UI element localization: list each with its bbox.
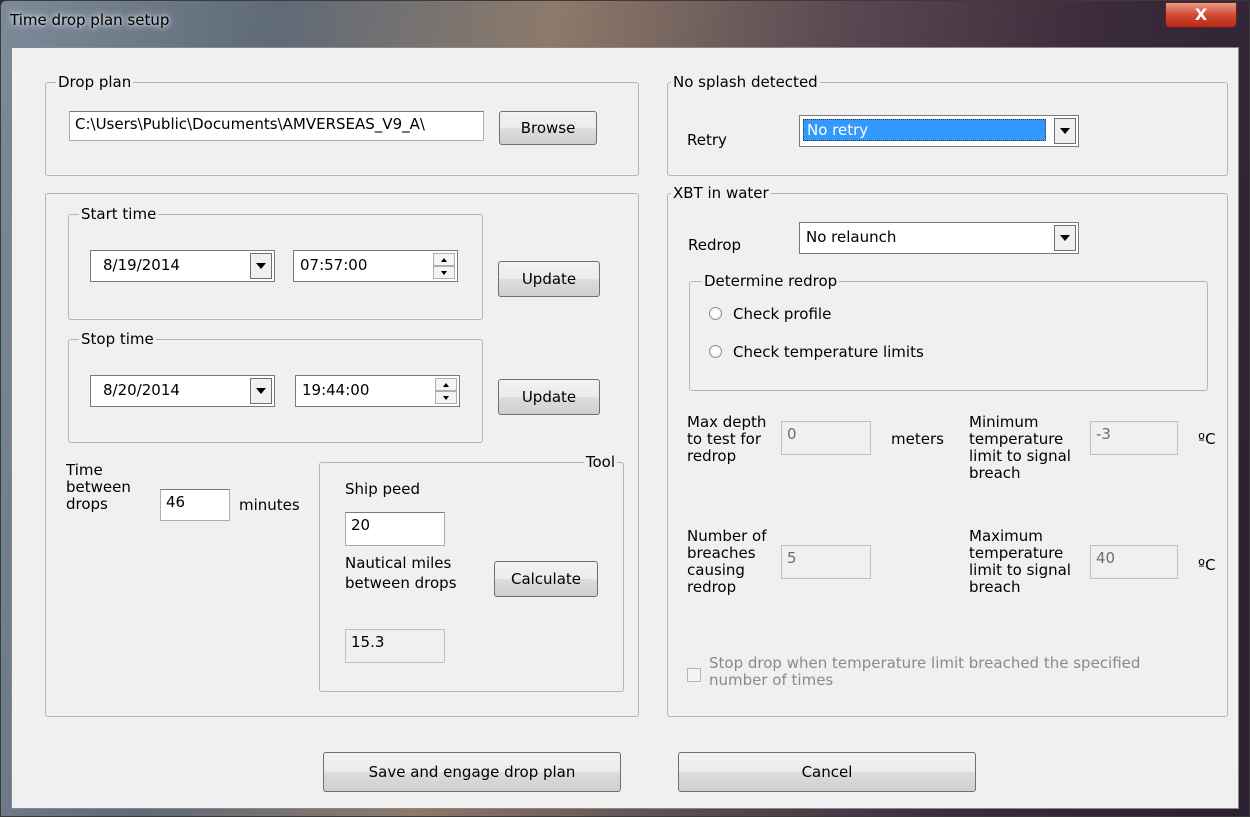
retry-select[interactable]: No retry — [799, 115, 1079, 147]
check-profile-label[interactable]: Check profile — [733, 306, 831, 323]
stop-drop-label-line1: Stop drop when temperature limit breache… — [709, 654, 1141, 672]
start-time-legend: Start time — [79, 205, 159, 223]
ship-speed-input[interactable]: 20 — [345, 512, 445, 546]
time-settings-group: Start time 8/19/2014 07:57:00 Update Sto… — [45, 193, 639, 717]
browse-button[interactable]: Browse — [499, 111, 597, 145]
min-temp-unit: ºC — [1198, 430, 1216, 448]
interval-unit-label: minutes — [239, 496, 300, 514]
breaches-label-line2: breaches — [687, 544, 756, 562]
drop-plan-legend: Drop plan — [56, 73, 134, 91]
stop-time-group: Stop time 8/20/2014 19:44:00 — [68, 330, 483, 443]
spin-down-icon[interactable] — [435, 391, 457, 404]
dialog-window: Time drop plan setup X Drop plan C:\User… — [0, 0, 1250, 817]
tool-legend: Tool — [583, 453, 617, 471]
start-time-spinner[interactable] — [433, 253, 455, 279]
chevron-down-icon[interactable] — [250, 253, 272, 279]
stop-time-field[interactable]: 19:44:00 — [295, 375, 460, 407]
max-temp-label-line1: Maximum — [969, 527, 1043, 545]
spin-up-icon[interactable] — [433, 253, 455, 266]
start-update-button[interactable]: Update — [498, 261, 600, 297]
max-depth-label-line1: Max depth — [687, 413, 767, 431]
nautical-miles-label-line1: Nautical miles — [345, 554, 452, 572]
chevron-down-icon[interactable] — [250, 378, 272, 404]
breaches-input[interactable]: 5 — [781, 545, 871, 579]
start-date-value: 8/19/2014 — [103, 256, 180, 274]
nautical-miles-result: 15.3 — [345, 629, 445, 663]
spin-up-icon[interactable] — [435, 378, 457, 391]
redrop-select[interactable]: No relaunch — [799, 222, 1079, 254]
interval-label-line3: drops — [66, 495, 108, 513]
stop-time-legend: Stop time — [79, 330, 156, 348]
breaches-label-line4: redrop — [687, 578, 737, 596]
interval-minutes-input[interactable]: 46 — [160, 489, 230, 521]
max-depth-label-line3: redrop — [687, 447, 737, 465]
xbt-in-water-group: XBT in water Redrop No relaunch Determin… — [667, 184, 1228, 717]
start-date-picker[interactable]: 8/19/2014 — [90, 250, 275, 282]
spin-down-icon[interactable] — [433, 266, 455, 279]
min-temp-label-line1: Minimum — [969, 413, 1039, 431]
drop-plan-group: Drop plan C:\Users\Public\Documents\AMVE… — [45, 73, 639, 176]
stop-update-button[interactable]: Update — [498, 379, 600, 415]
max-depth-label-line2: to test for — [687, 430, 762, 448]
stop-date-picker[interactable]: 8/20/2014 — [90, 375, 275, 407]
max-depth-unit: meters — [891, 430, 944, 448]
redrop-selected-value: No relaunch — [806, 228, 897, 246]
determine-redrop-group: Determine redrop Check profile Check tem… — [689, 272, 1208, 391]
stop-drop-checkbox[interactable] — [687, 668, 701, 682]
close-button[interactable]: X — [1165, 2, 1237, 28]
retry-selected-value: No retry — [803, 119, 1046, 141]
min-temp-label-line4: breach — [969, 464, 1021, 482]
min-temp-input[interactable]: -3 — [1090, 421, 1178, 455]
max-temp-label-line2: temperature — [969, 544, 1064, 562]
xbt-legend: XBT in water — [671, 184, 771, 202]
interval-label-line1: Time — [66, 461, 103, 479]
check-temp-limits-radio[interactable] — [709, 345, 722, 358]
check-temp-limits-label[interactable]: Check temperature limits — [733, 344, 924, 361]
chevron-down-icon[interactable] — [1054, 118, 1076, 144]
window-title: Time drop plan setup — [10, 11, 170, 29]
dialog-client-area: Drop plan C:\Users\Public\Documents\AMVE… — [11, 47, 1239, 809]
check-profile-radio[interactable] — [709, 307, 722, 320]
no-splash-group: No splash detected Retry No retry — [667, 73, 1228, 176]
ship-speed-label: Ship peed — [345, 480, 420, 498]
start-time-group: Start time 8/19/2014 07:57:00 — [68, 205, 483, 320]
no-splash-legend: No splash detected — [671, 73, 820, 91]
start-time-field[interactable]: 07:57:00 — [293, 250, 458, 282]
max-depth-input[interactable]: 0 — [781, 421, 871, 455]
stop-drop-label-line2: number of times — [709, 671, 834, 689]
min-temp-label-line3: limit to signal — [969, 447, 1071, 465]
save-and-engage-button[interactable]: Save and engage drop plan — [323, 752, 621, 792]
chevron-down-icon[interactable] — [1054, 225, 1076, 251]
cancel-button[interactable]: Cancel — [678, 752, 976, 792]
redrop-label: Redrop — [688, 236, 742, 254]
max-temp-label-line4: breach — [969, 578, 1021, 596]
retry-label: Retry — [687, 131, 727, 149]
stop-time-spinner[interactable] — [435, 378, 457, 404]
title-bar[interactable]: Time drop plan setup X — [1, 1, 1249, 35]
calculate-button[interactable]: Calculate — [494, 561, 598, 597]
stop-date-value: 8/20/2014 — [103, 381, 180, 399]
stop-time-value: 19:44:00 — [302, 381, 370, 399]
breaches-label-line3: causing — [687, 561, 745, 579]
min-temp-label-line2: temperature — [969, 430, 1064, 448]
nautical-miles-label-line2: between drops — [345, 574, 457, 592]
max-temp-input[interactable]: 40 — [1090, 545, 1178, 579]
interval-label-line2: between — [66, 478, 131, 496]
breaches-label-line1: Number of — [687, 527, 767, 545]
max-temp-label-line3: limit to signal — [969, 561, 1071, 579]
max-temp-unit: ºC — [1198, 556, 1216, 574]
determine-redrop-legend: Determine redrop — [702, 272, 840, 290]
tool-group: Tool Ship peed 20 Nautical miles between… — [319, 453, 624, 692]
start-time-value: 07:57:00 — [300, 256, 368, 274]
drop-plan-path-input[interactable]: C:\Users\Public\Documents\AMVERSEAS_V9_A… — [69, 111, 484, 141]
